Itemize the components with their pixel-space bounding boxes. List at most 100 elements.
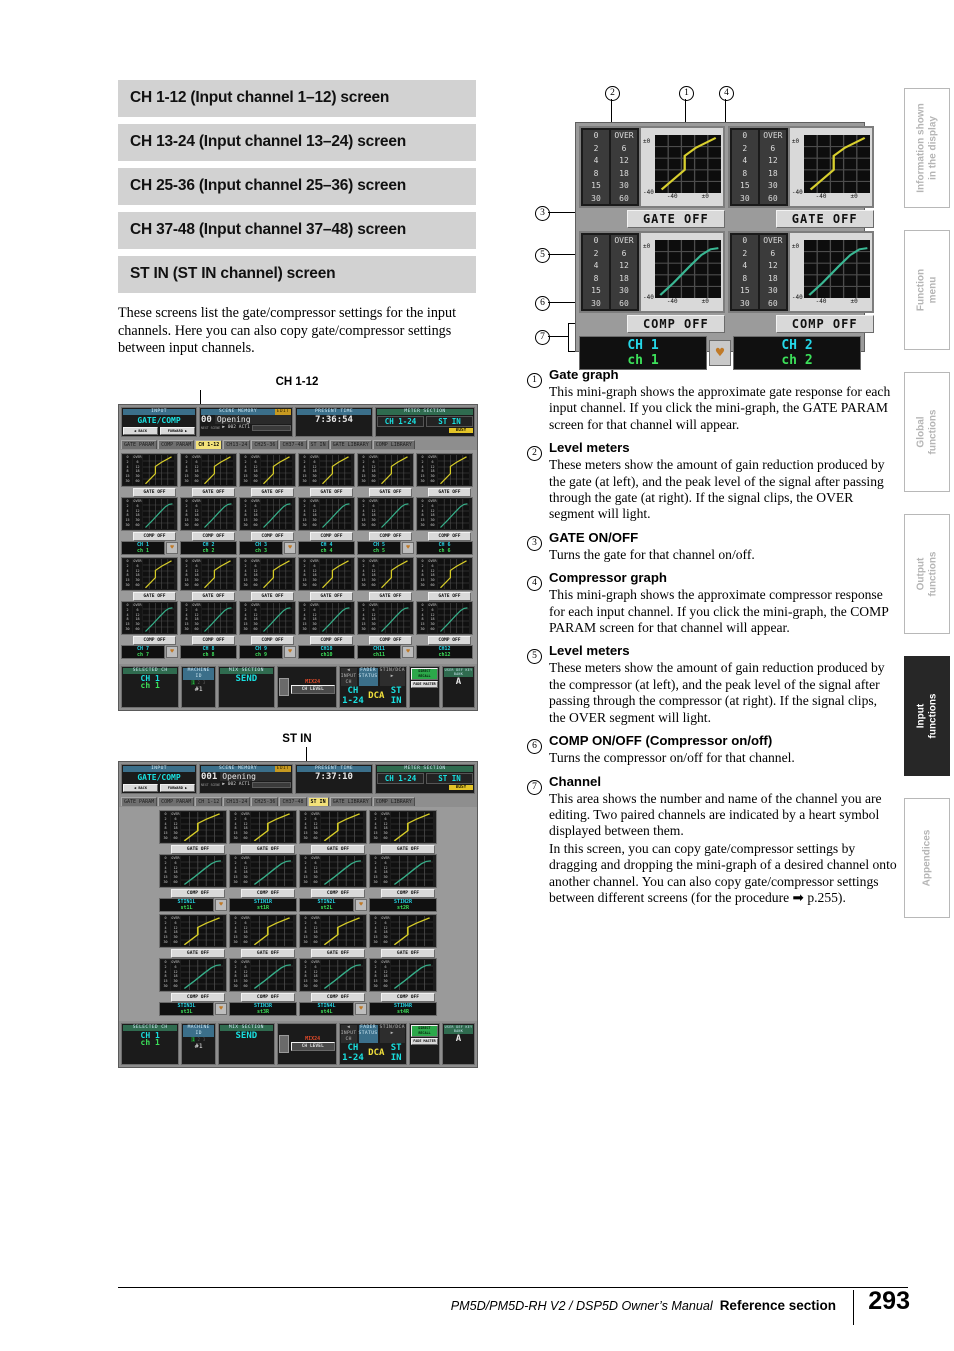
channel-name-box[interactable]: CH 8 ch 8 — [180, 644, 237, 659]
channel-name-box[interactable]: CH 6 ch 6 — [416, 540, 473, 555]
lcd-tab-comp-param[interactable]: COMP PARAM — [158, 439, 195, 449]
channel-name-box[interactable]: CH10 ch10 — [298, 644, 355, 659]
gate-on-off-button[interactable]: GATE OFF — [133, 591, 176, 601]
gate-graph[interactable] — [143, 558, 174, 589]
lcd-tab-st-in[interactable]: ST IN — [307, 439, 329, 449]
gate-graph[interactable] — [379, 558, 410, 589]
side-tab-information-shown-in-the-display[interactable]: Information shown in the display — [904, 88, 950, 208]
gate-graph[interactable] — [391, 811, 433, 842]
fade-master-button[interactable]: FADE MASTER — [410, 1037, 439, 1045]
comp-on-off-button[interactable]: COMP OFF — [171, 992, 225, 1002]
channel-name-box[interactable]: STIN4R st4R — [369, 1001, 437, 1016]
meter-button-st-in[interactable]: ST IN — [426, 772, 473, 784]
lcd-tab-ch37-48[interactable]: CH37-48 — [279, 439, 307, 449]
side-tab-function-menu[interactable]: Function menu — [904, 230, 950, 350]
channel-name-box[interactable]: CH 9 ch 9 — [239, 644, 283, 659]
gate-on-off-button[interactable]: GATE OFF — [192, 487, 235, 497]
comp-graph[interactable] — [438, 498, 469, 529]
lcd-tab-st-in[interactable]: ST IN — [307, 796, 329, 806]
gate-on-off-button[interactable]: GATE OFF — [369, 487, 412, 497]
comp-graph[interactable] — [320, 602, 351, 633]
gate-graph[interactable] — [438, 454, 469, 485]
channel-name-box[interactable]: STIN3L st3L — [159, 1001, 214, 1016]
gate-graph[interactable] — [143, 454, 174, 485]
diagram-comp-on-off-button-2[interactable]: COMP OFF — [775, 315, 874, 333]
comp-graph[interactable] — [251, 959, 293, 990]
comp-on-off-button[interactable]: COMP OFF — [311, 992, 365, 1002]
comp-graph[interactable] — [202, 602, 233, 633]
channel-name-box[interactable]: CH 2 ch 2 — [180, 540, 237, 555]
diagram-comp-on-off-button-1[interactable]: COMP OFF — [626, 315, 725, 333]
comp-on-off-button[interactable]: COMP OFF — [171, 888, 225, 898]
gate-on-off-button[interactable]: GATE OFF — [251, 591, 294, 601]
gate-graph[interactable] — [181, 915, 223, 946]
gate-graph[interactable] — [251, 915, 293, 946]
fader-button-ch1-24[interactable]: CH 1-24 — [341, 1043, 365, 1063]
channel-name-box[interactable]: CH 3 ch 3 — [239, 540, 283, 555]
fader-button-st-in[interactable]: ST IN — [387, 1043, 404, 1063]
fader-button-ch1-24[interactable]: CH 1-24 — [341, 686, 365, 706]
diagram-channel-box-2[interactable]: CH 2 ch 2 — [733, 336, 861, 370]
forward-button[interactable]: FORWARD ▶ — [160, 426, 195, 435]
meter-button-st-in[interactable]: ST IN — [426, 415, 473, 427]
comp-graph[interactable] — [143, 498, 174, 529]
gate-graph[interactable] — [320, 454, 351, 485]
comp-graph[interactable] — [261, 498, 292, 529]
gate-on-off-button[interactable]: GATE OFF — [171, 948, 225, 958]
gate-graph[interactable] — [261, 454, 292, 485]
comp-graph[interactable] — [391, 855, 433, 886]
comp-graph[interactable] — [320, 498, 351, 529]
gate-graph[interactable] — [202, 454, 233, 485]
gate-graph[interactable] — [803, 134, 870, 193]
gate-on-off-button[interactable]: GATE OFF — [310, 591, 353, 601]
comp-on-off-button[interactable]: COMP OFF — [133, 531, 176, 541]
channel-name-box[interactable]: CH 4 ch 4 — [298, 540, 355, 555]
lcd-tab-ch13-24[interactable]: CH13-24 — [223, 796, 251, 806]
direct-recall-button[interactable]: DIRECT RECALL — [410, 1024, 439, 1037]
comp-on-off-button[interactable]: COMP OFF — [310, 635, 353, 645]
gate-on-off-button[interactable]: GATE OFF — [381, 844, 435, 854]
gate-on-off-button[interactable]: GATE OFF — [428, 487, 471, 497]
meter-button-ch1-24[interactable]: CH 1-24 — [377, 772, 424, 784]
gate-on-off-button[interactable]: GATE OFF — [311, 948, 365, 958]
fade-master-button[interactable]: FADE MASTER — [410, 680, 439, 688]
comp-graph[interactable] — [143, 602, 174, 633]
lcd-tab-comp-library[interactable]: COMP LIBRARY — [372, 439, 415, 449]
channel-name-box[interactable]: STIN2R st2R — [369, 897, 437, 912]
channel-name-box[interactable]: STIN1R st1R — [229, 897, 297, 912]
side-tab-output-functions[interactable]: Output functions — [904, 514, 950, 634]
comp-on-off-button[interactable]: COMP OFF — [241, 992, 295, 1002]
lcd-tab-gate-param[interactable]: GATE PARAM — [121, 439, 158, 449]
ch-level-button[interactable]: CH LEVEL — [290, 1042, 335, 1052]
side-tab-appendices[interactable]: Appendices — [904, 798, 950, 918]
gate-on-off-button[interactable]: GATE OFF — [428, 591, 471, 601]
channel-name-box[interactable]: STIN1L st1L — [159, 897, 214, 912]
gate-on-off-button[interactable]: GATE OFF — [241, 948, 295, 958]
channel-name-box[interactable]: STIN3R st3R — [229, 1001, 297, 1016]
meter-button-ch1-24[interactable]: CH 1-24 — [377, 415, 424, 427]
side-tab-global-functions[interactable]: Global functions — [904, 372, 950, 492]
side-tab-input-functions[interactable]: Input functions — [904, 656, 950, 776]
comp-graph[interactable] — [261, 602, 292, 633]
back-button[interactable]: ◀ BACK — [123, 783, 158, 792]
fader-button-st-in[interactable]: ST IN — [387, 686, 404, 706]
comp-on-off-button[interactable]: COMP OFF — [133, 635, 176, 645]
send-button[interactable]: SEND — [220, 674, 273, 684]
gate-on-off-button[interactable]: GATE OFF — [241, 844, 295, 854]
channel-name-box[interactable]: STIN4L st4L — [299, 1001, 354, 1016]
comp-on-off-button[interactable]: COMP OFF — [310, 531, 353, 541]
send-button[interactable]: SEND — [220, 1031, 273, 1041]
channel-name-box[interactable]: CH 7 ch 7 — [121, 644, 165, 659]
lcd-tab-ch-1-12[interactable]: CH 1-12 — [195, 439, 223, 449]
comp-graph[interactable] — [438, 602, 469, 633]
channel-name-box[interactable]: CH11 ch11 — [357, 644, 401, 659]
comp-on-off-button[interactable]: COMP OFF — [428, 635, 471, 645]
gate-on-off-button[interactable]: GATE OFF — [311, 844, 365, 854]
gate-on-off-button[interactable]: GATE OFF — [171, 844, 225, 854]
lcd-tab-gate-library[interactable]: GATE LIBRARY — [329, 796, 372, 806]
comp-on-off-button[interactable]: COMP OFF — [369, 531, 412, 541]
comp-on-off-button[interactable]: COMP OFF — [381, 888, 435, 898]
comp-graph[interactable] — [321, 959, 363, 990]
comp-graph[interactable] — [654, 239, 721, 298]
channel-name-box[interactable]: CH 5 ch 5 — [357, 540, 401, 555]
